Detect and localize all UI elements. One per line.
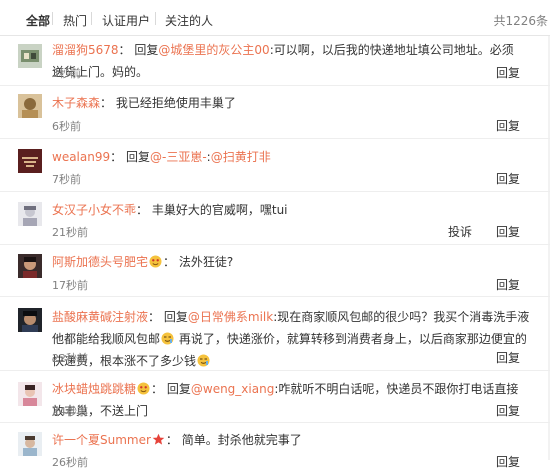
reply-button[interactable]: 回复 [496, 453, 520, 470]
reply-button[interactable]: 回复 [496, 117, 520, 134]
avatar[interactable] [18, 432, 42, 456]
comment-username[interactable]: 溜溜狗5678 [52, 43, 119, 57]
reply-button[interactable]: 回复 [496, 276, 520, 293]
comment-text: 简单。封杀他就完事了 [181, 433, 302, 447]
comment-username[interactable]: 阿斯加德头号肥宅 [52, 255, 148, 269]
comment-total-count: 共1226条 [493, 14, 548, 28]
tab-verified[interactable]: 认证用户 [102, 12, 150, 29]
comment-text: 法外狂徒? [178, 255, 234, 269]
comment-username[interactable]: wealan99 [52, 150, 110, 164]
comment-username[interactable]: 许一个夏Summer [52, 433, 151, 447]
comment-item: 许一个夏Summer： 简单。封杀他就完事了 26秒前 回复 [0, 423, 550, 469]
mention-link[interactable]: @weng_xiang [191, 382, 274, 396]
tab-divider [52, 12, 53, 25]
comment-username[interactable]: 冰块蜡烛跳跳糖 [52, 382, 136, 396]
comment-item: 冰块蜡烛跳跳糖： 回复@weng_xiang:咋就听不明白话呢，快递员不跟你打电… [0, 371, 550, 423]
report-button[interactable]: 投诉 [448, 223, 472, 240]
avatar[interactable] [18, 149, 42, 173]
smiley-face-icon [137, 380, 150, 395]
comment-text: 丰巢好大的官威啊，嘿tui [151, 203, 288, 217]
comment-time: 22秒前 [52, 352, 88, 365]
comment-item: 阿斯加德头号肥宅： 法外狂徒? 17秒前 回复 [0, 245, 550, 297]
comment-filter-tabs: 全部 热门 认证用户 关注的人 共1226条 [0, 0, 550, 36]
avatar[interactable] [18, 94, 42, 118]
comment-time: 7秒前 [52, 173, 81, 186]
comment-username[interactable]: 盐酸麻黄碱注射液 [52, 310, 148, 324]
comment-item: 女汉子小女不乖： 丰巢好大的官威啊，嘿tui 21秒前 投诉 回复 [0, 192, 550, 245]
tab-hot[interactable]: 热门 [63, 12, 87, 29]
smiley-face-icon [197, 352, 210, 367]
comment-time: 3秒前 [52, 67, 81, 80]
mention-link[interactable]: @扫黄打非 [211, 150, 271, 164]
reply-button[interactable]: 回复 [496, 402, 520, 419]
mention-link[interactable]: @日常佛系milk [188, 310, 273, 324]
comment-username[interactable]: 女汉子小女不乖 [52, 203, 136, 217]
avatar[interactable] [18, 202, 42, 226]
reply-button[interactable]: 回复 [496, 223, 520, 240]
comment-time: 24秒前 [52, 405, 88, 418]
reply-button[interactable]: 回复 [496, 170, 520, 187]
comment-item: wealan99： 回复@-三亚崽-:@扫黄打非 7秒前 回复 [0, 139, 550, 192]
comment-item: 木子森森： 我已经拒绝使用丰巢了 6秒前 回复 [0, 86, 550, 139]
tab-divider [91, 12, 92, 25]
comment-time: 17秒前 [52, 279, 88, 292]
reply-button[interactable]: 回复 [496, 64, 520, 81]
tab-all[interactable]: 全部 [26, 12, 50, 29]
mention-link[interactable]: @-三亚崽- [150, 150, 207, 164]
comment-time: 21秒前 [52, 226, 88, 239]
star-badge-icon [152, 431, 165, 445]
avatar[interactable] [18, 308, 42, 332]
tab-divider [155, 12, 156, 25]
comment-time: 26秒前 [52, 456, 88, 469]
comment-time: 6秒前 [52, 120, 81, 133]
smiley-face-icon [161, 330, 174, 345]
tab-following[interactable]: 关注的人 [165, 12, 213, 29]
avatar[interactable] [18, 382, 42, 406]
reply-button[interactable]: 回复 [496, 349, 520, 366]
comment-item: 溜溜狗5678： 回复@城堡里的灰公主00:可以啊，以后我的快递地址填公司地址。… [0, 36, 550, 86]
avatar[interactable] [18, 44, 42, 68]
mention-link[interactable]: @城堡里的灰公主00 [158, 43, 269, 57]
smiley-face-icon [149, 253, 162, 268]
avatar[interactable] [18, 254, 42, 278]
comment-text: 我已经拒绝使用丰巢了 [115, 96, 236, 110]
comment-username[interactable]: 木子森森 [52, 96, 100, 110]
comment-item: 盐酸麻黄碱注射液： 回复@日常佛系milk:现在商家顺风包邮的很少吗？我买个消毒… [0, 297, 550, 371]
